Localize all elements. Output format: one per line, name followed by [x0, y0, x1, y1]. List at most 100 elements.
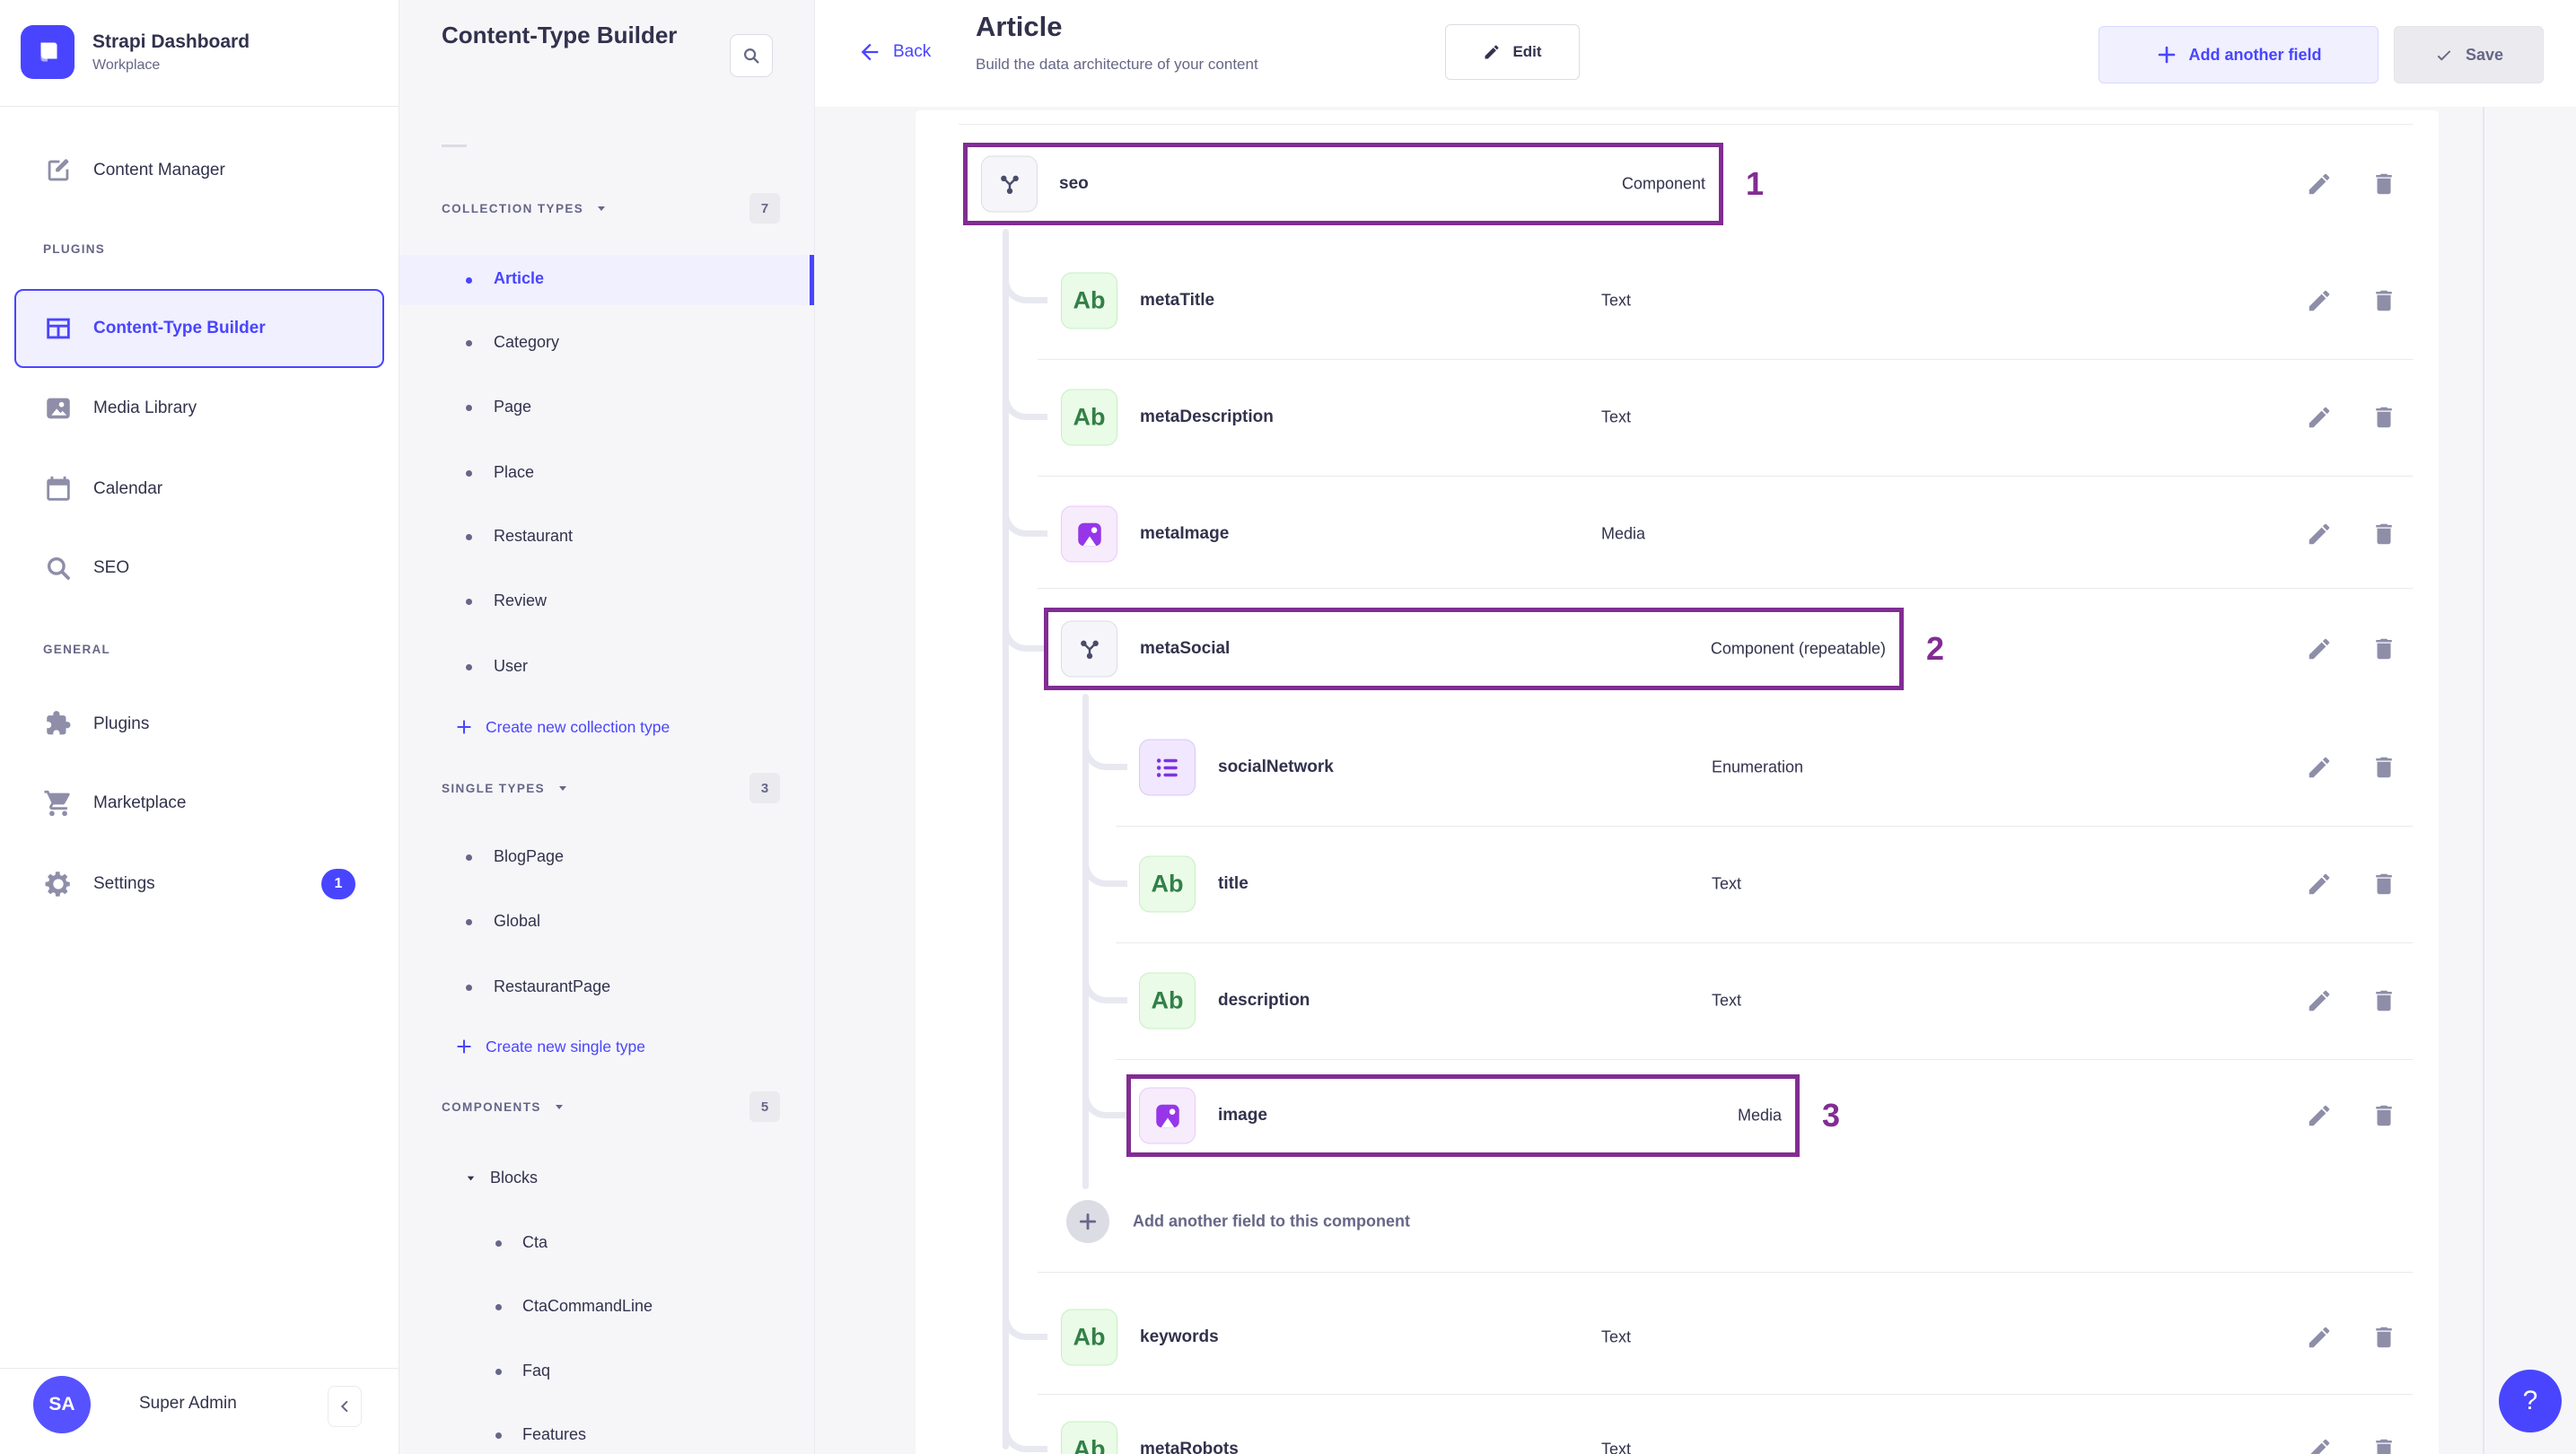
section-components[interactable]: COMPONENTS — [442, 1091, 566, 1122]
delete-field-button[interactable] — [2363, 1317, 2405, 1358]
edit-field-button[interactable] — [2299, 747, 2340, 788]
nav-item-faq[interactable]: Faq — [399, 1352, 814, 1391]
delete-field-button[interactable] — [2363, 628, 2405, 670]
action-label: Create new collection type — [486, 717, 670, 736]
add-field-to-component-button[interactable] — [1066, 1200, 1109, 1243]
sidebar-item-calendar[interactable]: Calendar — [0, 457, 399, 521]
puzzle-icon — [43, 709, 74, 740]
delete-field-button[interactable] — [2363, 397, 2405, 438]
search-button[interactable] — [730, 34, 773, 77]
sidebar-item-plugins[interactable]: Plugins — [0, 692, 399, 757]
save-button[interactable]: Save — [2394, 26, 2544, 83]
component-group-blocks[interactable]: Blocks — [464, 1158, 538, 1197]
divider — [442, 145, 467, 147]
row-separator — [1116, 826, 2413, 827]
nav-item-label: BlogPage — [494, 847, 565, 865]
sidebar-item-seo[interactable]: SEO — [0, 536, 399, 600]
delete-field-button[interactable] — [2363, 1429, 2405, 1454]
cart-icon — [43, 788, 74, 819]
nav-item-page[interactable]: Page — [399, 388, 814, 427]
edit-field-button[interactable] — [2299, 1317, 2340, 1358]
nav-item-cta[interactable]: Cta — [399, 1223, 814, 1263]
tree-elbow-icon — [1003, 1402, 1047, 1452]
main-sidebar: Strapi Dashboard Workplace Content Manag… — [0, 0, 399, 1454]
section-single-types[interactable]: SINGLE TYPES — [442, 773, 570, 803]
edit-field-button[interactable] — [2299, 1429, 2340, 1454]
chevron-down-icon — [467, 1176, 475, 1180]
user-avatar[interactable]: SA — [33, 1376, 91, 1433]
strapi-app: Strapi Dashboard Workplace Content Manag… — [0, 0, 2576, 1454]
nav-item-article[interactable]: Article — [399, 255, 814, 305]
edit-button[interactable]: Edit — [1445, 24, 1580, 80]
single-types-count: 3 — [749, 773, 780, 803]
field-type: Text — [1601, 407, 1632, 426]
nav-item-label: Page — [494, 398, 532, 416]
delete-field-button[interactable] — [2363, 280, 2405, 321]
nav-item-restaurantpage[interactable]: RestaurantPage — [399, 968, 814, 1007]
nav-item-place[interactable]: Place — [399, 453, 814, 493]
row-separator — [1038, 1394, 2413, 1395]
tree-elbow-icon — [1003, 1290, 1047, 1340]
bullet-icon — [466, 534, 472, 540]
nav-item-restaurant[interactable]: Restaurant — [399, 517, 814, 556]
main-area: Back Article Build the data architecture… — [815, 0, 2576, 1454]
page-title: Article — [976, 11, 1063, 42]
add-field-to-component-label[interactable]: Add another field to this component — [1133, 1213, 1410, 1231]
edit-field-button[interactable] — [2299, 513, 2340, 555]
bullet-icon — [466, 919, 472, 925]
chevron-down-icon — [559, 786, 567, 791]
nav-item-category[interactable]: Category — [399, 323, 814, 363]
nav-item-user[interactable]: User — [399, 647, 814, 687]
edit-field-button[interactable] — [2299, 628, 2340, 670]
delete-field-button[interactable] — [2363, 1095, 2405, 1136]
collection-types-count: 7 — [749, 193, 780, 223]
delete-field-button[interactable] — [2363, 863, 2405, 905]
pencil-icon — [1485, 45, 1499, 59]
nav-item-features[interactable]: Features — [399, 1415, 814, 1454]
edit-field-button[interactable] — [2299, 863, 2340, 905]
nav-item-review[interactable]: Review — [399, 582, 814, 621]
sidebar-item-content-type-builder[interactable]: Content-Type Builder — [14, 289, 384, 368]
search-icon — [43, 553, 74, 583]
edit-field-button[interactable] — [2299, 163, 2340, 205]
sidebar-item-label: Content Manager — [93, 161, 225, 180]
help-button[interactable]: ? — [2499, 1370, 2562, 1432]
delete-field-button[interactable] — [2363, 747, 2405, 788]
back-button[interactable]: Back — [857, 39, 931, 65]
edit-field-button[interactable] — [2299, 280, 2340, 321]
scrollbar-gutter[interactable] — [2483, 107, 2484, 1454]
sidebar-item-label: Plugins — [93, 714, 150, 733]
page-subtitle: Build the data architecture of your cont… — [976, 56, 1258, 73]
create-collection-type-link[interactable]: Create new collection type — [455, 707, 670, 747]
annotation-number: 1 — [1746, 165, 1765, 202]
delete-field-button[interactable] — [2363, 163, 2405, 205]
sidebar-item-media-library[interactable]: Media Library — [0, 376, 399, 441]
field-type: Media — [1737, 1106, 1782, 1125]
section-collection-types[interactable]: COLLECTION TYPES — [442, 193, 609, 223]
text-field-icon: Ab — [1139, 972, 1196, 1029]
sidebar-item-marketplace[interactable]: Marketplace — [0, 771, 399, 836]
create-single-type-link[interactable]: Create new single type — [455, 1027, 645, 1066]
sidebar-item-content-manager[interactable]: Content Manager — [0, 138, 399, 203]
edit-field-button[interactable] — [2299, 397, 2340, 438]
field-name: socialNetwork — [1218, 758, 1334, 776]
nav-item-blogpage[interactable]: BlogPage — [399, 837, 814, 877]
nav-item-global[interactable]: Global — [399, 902, 814, 942]
field-type: Text — [1601, 1440, 1632, 1454]
edit-field-button[interactable] — [2299, 1095, 2340, 1136]
collapse-sidebar-button[interactable] — [328, 1386, 362, 1427]
content-type-builder-icon — [43, 313, 74, 344]
annotation-number: 2 — [1926, 630, 1945, 667]
builder-content: 1 seo Component Ab metaTitle Text Ab metaDescri… — [815, 107, 2576, 1454]
edit-field-button[interactable] — [2299, 980, 2340, 1021]
field-type: Text — [1712, 991, 1742, 1010]
workspace-brand[interactable]: Strapi Dashboard Workplace — [21, 25, 250, 79]
delete-field-button[interactable] — [2363, 513, 2405, 555]
delete-field-button[interactable] — [2363, 980, 2405, 1021]
plus-icon — [2158, 46, 2175, 64]
chevron-down-icon — [555, 1105, 563, 1109]
nav-item-label: RestaurantPage — [494, 977, 611, 995]
nav-item-ctacommandline[interactable]: CtaCommandLine — [399, 1287, 814, 1327]
add-another-field-button[interactable]: Add another field — [2098, 26, 2379, 83]
media-library-icon — [43, 393, 74, 424]
